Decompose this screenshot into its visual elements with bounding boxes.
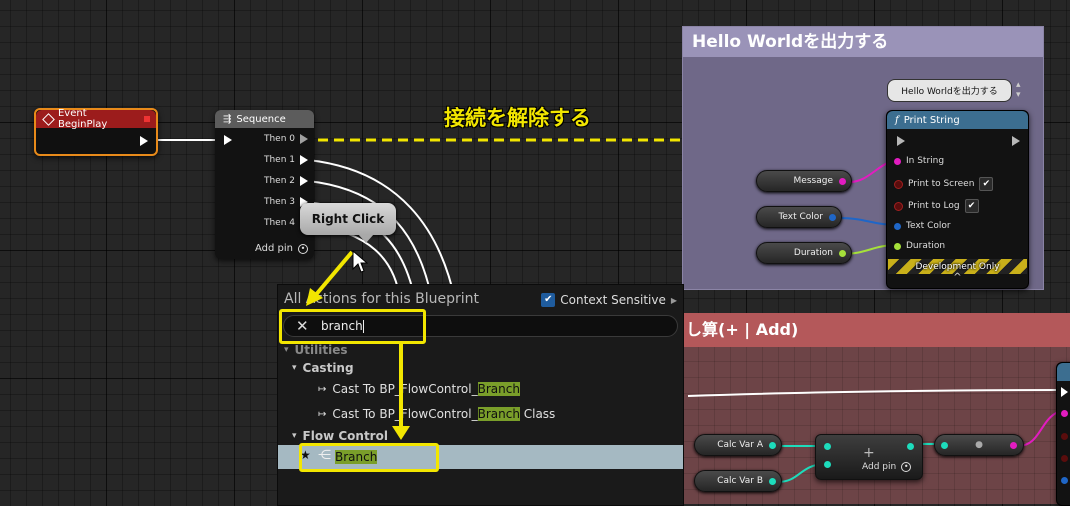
search-highlight-box (279, 309, 426, 344)
then-0-pin[interactable]: Then 0 (264, 134, 308, 144)
print-to-screen-checkbox[interactable]: ✔ (979, 177, 994, 191)
node-title: Print String (903, 114, 960, 126)
mouse-cursor-icon (352, 250, 368, 273)
branch-highlight-box (299, 443, 439, 472)
in-string-pin[interactable]: In String (894, 156, 944, 166)
chevron-down-icon: ▾ (284, 345, 289, 355)
comment-title: Hello Worldを出力する (683, 27, 1043, 57)
plus-circle-icon: • (298, 243, 308, 254)
menu-item-cast-branch[interactable]: ↦ Cast To BP_FlowControl_Branch (318, 382, 520, 396)
menu-title: All Actions for this Blueprint (284, 291, 479, 307)
bubble-pin-icon[interactable]: ▴ ▾ (1016, 80, 1022, 100)
comment-title: し算(+ | Add) (682, 313, 1070, 347)
calc-var-b-node[interactable]: Calc Var B (694, 470, 782, 492)
print-to-log-checkbox[interactable]: ✔ (964, 199, 979, 213)
add-node[interactable]: + Add pin • (815, 434, 923, 480)
string-pin[interactable] (1061, 410, 1068, 417)
menu-item-cast-branch-class[interactable]: ↦ Cast To BP_FlowControl_Branch Class (318, 407, 555, 421)
exec-icon (300, 155, 308, 165)
category-flow-control[interactable]: ▾ Flow Control (292, 429, 388, 443)
text-color-variable-node[interactable]: Text Color (756, 206, 842, 228)
exec-in-pin[interactable] (1061, 387, 1068, 397)
cast-icon: ↦ (318, 408, 327, 420)
tooltip-tail (358, 234, 374, 243)
color-pin[interactable] (1061, 477, 1068, 484)
duration-pin[interactable]: Duration (894, 241, 945, 251)
node-title: Sequence (236, 113, 286, 125)
category-utilities[interactable]: ▾ Utilities (284, 343, 347, 357)
event-beginplay-node[interactable]: Event BeginPlay (34, 108, 158, 156)
message-variable-node[interactable]: Message (756, 170, 852, 192)
conversion-dot-icon: ● (975, 440, 983, 450)
partial-print-node[interactable] (1056, 362, 1070, 506)
chevron-right-icon[interactable]: ▶ (671, 296, 677, 305)
print-string-node[interactable]: f Print String In String Print to Screen… (886, 110, 1029, 289)
print-to-screen-pin[interactable]: Print to Screen ✔ (894, 177, 994, 191)
cast-icon: ↦ (318, 383, 327, 395)
chevron-down-icon: ▾ (292, 431, 297, 441)
add-plus-symbol: + (863, 445, 875, 461)
comment-bubble[interactable]: Hello Worldを出力する (887, 79, 1012, 102)
conversion-output-pin[interactable] (1010, 442, 1017, 449)
add-output-pin[interactable] (907, 443, 914, 450)
category-casting[interactable]: ▾ Casting (292, 361, 354, 375)
sequence-icon: ⇶ (223, 113, 232, 125)
disconnect-annotation: 接続を解除する (444, 106, 591, 130)
event-icon (42, 112, 55, 126)
node-title: Event BeginPlay (57, 108, 108, 130)
context-sensitive-checkbox[interactable]: ✔ (541, 293, 556, 307)
conversion-input-pin[interactable] (941, 442, 948, 449)
text-color-pin[interactable]: Text Color (894, 221, 951, 231)
add-pin-button[interactable]: Add pin • (255, 243, 308, 254)
delegate-pin-icon[interactable] (144, 116, 150, 122)
calc-var-a-node[interactable]: Calc Var A (694, 434, 782, 456)
add-input-b-pin[interactable] (824, 461, 831, 468)
plus-circle-icon: • (901, 462, 912, 472)
right-click-tooltip: Right Click (300, 203, 396, 235)
function-icon: f (895, 114, 899, 126)
then-2-pin[interactable]: Then 2 (264, 176, 308, 186)
bool-pin[interactable] (1061, 455, 1068, 462)
context-sensitive-toggle[interactable]: ✔ Context Sensitive ▶ (541, 293, 677, 307)
sequence-node[interactable]: ⇶ Sequence Then 0 Then 1 Then 2 Then 3 T… (215, 110, 314, 259)
then-1-pin[interactable]: Then 1 (264, 155, 308, 165)
print-to-log-pin[interactable]: Print to Log ✔ (894, 199, 979, 213)
add-pin-button[interactable]: Add pin • (862, 462, 912, 472)
chevron-down-icon: ▾ (292, 363, 297, 373)
exec-out-pin[interactable] (1012, 136, 1020, 146)
exec-out-pin[interactable] (140, 136, 148, 146)
bool-pin[interactable] (1061, 433, 1068, 440)
expand-chevron-icon[interactable]: ^ (887, 272, 1028, 283)
conversion-node[interactable]: ● (934, 434, 1024, 456)
exec-in-pin[interactable] (897, 136, 905, 146)
exec-icon (300, 176, 308, 186)
add-input-a-pin[interactable] (824, 443, 831, 450)
exec-in-pin[interactable] (224, 135, 232, 145)
exec-hollow-icon (300, 134, 308, 144)
duration-variable-node[interactable]: Duration (756, 242, 852, 264)
